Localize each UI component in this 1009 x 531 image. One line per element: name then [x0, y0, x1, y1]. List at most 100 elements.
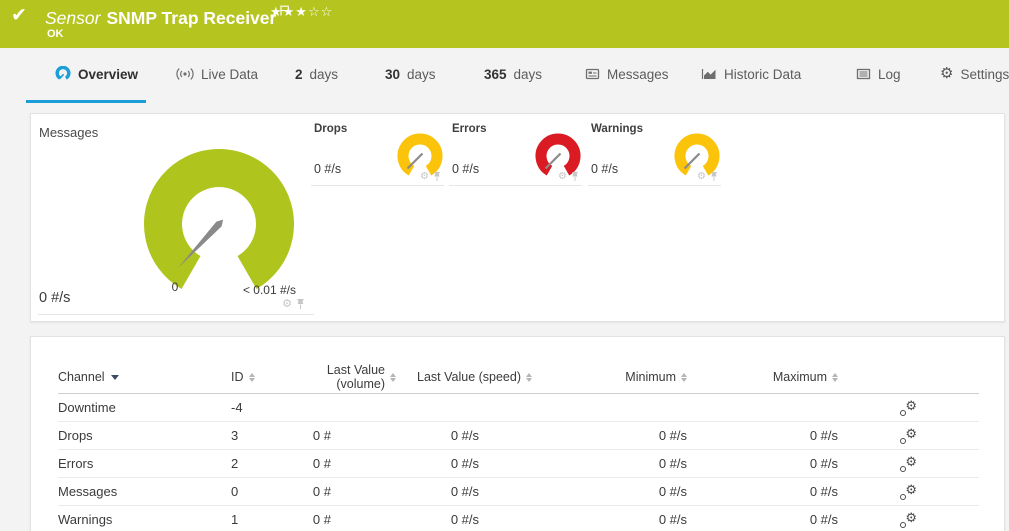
main-gauge-title: Messages — [39, 125, 98, 140]
channels-panel: Channel ID Last Value (volume) Last Valu… — [30, 336, 1005, 531]
page: ✔ Sensor SNMP Trap Receiver ★★★☆☆ OK Over… — [0, 0, 1009, 531]
table-row-drops[interactable]: Drops 3 0 # 0 #/s 0 #/s 0 #/s ⚙ — [58, 422, 979, 450]
column-header-id[interactable]: ID — [231, 370, 255, 384]
gauge-toolbar: ⚙ — [558, 171, 580, 182]
channel-settings-gears-icon[interactable]: ⚙ — [899, 456, 917, 472]
channel-id: -4 — [231, 400, 294, 415]
tab-log[interactable]: Log — [856, 48, 901, 100]
channel-id: 0 — [231, 484, 294, 499]
gauge-toolbar: ⚙ — [282, 298, 306, 310]
pin-icon[interactable] — [295, 298, 306, 310]
tab-overview[interactable]: Overview — [55, 48, 138, 100]
warnings-gauge-title: Warnings — [591, 123, 643, 135]
gauge-settings-gear-icon[interactable]: ⚙ — [420, 172, 429, 182]
star-rating[interactable]: ★★★☆☆ — [270, 4, 333, 20]
last-value-speed: 0 #/s — [396, 428, 532, 443]
channel-settings-gears-icon[interactable]: ⚙ — [899, 512, 917, 528]
tab-label: Historic Data — [724, 67, 801, 82]
channel-name: Warnings — [58, 512, 231, 527]
table-row-messages[interactable]: Messages 0 0 # 0 #/s 0 #/s 0 #/s ⚙ — [58, 478, 979, 506]
log-icon — [856, 67, 871, 81]
main-gauge-value: 0 #/s — [39, 290, 70, 306]
tab-messages[interactable]: Messages — [585, 48, 669, 100]
sort-icon — [832, 373, 838, 382]
pin-icon[interactable] — [570, 171, 580, 182]
gauge-settings-gear-icon[interactable]: ⚙ — [558, 172, 567, 182]
column-header-channel[interactable]: Channel — [58, 370, 119, 384]
sensor-status-badge: OK — [47, 28, 64, 40]
broadcast-icon — [176, 67, 194, 81]
maximum-value: 0 #/s — [687, 512, 838, 527]
errors-gauge-block: Errors 0 #/s ⚙ — [449, 114, 582, 186]
channel-id: 2 — [231, 456, 294, 471]
channels-table: Channel ID Last Value (volume) Last Valu… — [58, 361, 979, 531]
tab-label: Live Data — [201, 67, 258, 82]
tab-label: Log — [878, 67, 901, 82]
sensor-name: SNMP Trap Receiver — [106, 8, 276, 28]
minimum-value: 0 #/s — [532, 456, 687, 471]
active-tab-underline — [26, 100, 146, 103]
status-ok-check-icon: ✔ — [11, 4, 27, 27]
tab-label: days — [514, 67, 543, 82]
channel-name: Drops — [58, 428, 231, 443]
stars-filled: ★★★ — [270, 4, 308, 19]
warnings-gauge-block: Warnings 0 #/s ⚙ — [588, 114, 721, 186]
minimum-value: 0 #/s — [532, 484, 687, 499]
tab-30-days[interactable]: 30 days — [385, 48, 436, 100]
drops-gauge-title: Drops — [314, 123, 347, 135]
tab-historic-data[interactable]: Historic Data — [701, 48, 801, 100]
table-header-row: Channel ID Last Value (volume) Last Valu… — [58, 361, 979, 394]
table-row-warnings[interactable]: Warnings 1 0 # 0 #/s 0 #/s 0 #/s ⚙ — [58, 506, 979, 531]
channel-settings-gears-icon[interactable]: ⚙ — [899, 400, 917, 416]
table-row-downtime[interactable]: Downtime -4 ⚙ — [58, 394, 979, 422]
main-gauge-block: Messages 0 < 0.01 #/s 0 #/s ⚙ — [38, 114, 314, 315]
gauge-toolbar: ⚙ — [420, 171, 442, 182]
tab-label: Messages — [607, 67, 669, 82]
sensor-kind-label: Sensor — [45, 8, 100, 28]
page-title: Sensor SNMP Trap Receiver — [45, 5, 290, 29]
column-header-last-value-volume[interactable]: Last Value (volume) — [294, 363, 396, 391]
table-row-errors[interactable]: Errors 2 0 # 0 #/s 0 #/s 0 #/s ⚙ — [58, 450, 979, 478]
errors-gauge-title: Errors — [452, 123, 487, 135]
errors-gauge-value: 0 #/s — [452, 162, 479, 176]
last-value-volume: 0 # — [294, 456, 396, 471]
gauge-toolbar: ⚙ — [697, 171, 719, 182]
channel-id: 1 — [231, 512, 294, 527]
gauge-icon — [55, 66, 71, 82]
last-value-speed: 0 #/s — [396, 512, 532, 527]
column-header-maximum[interactable]: Maximum — [687, 370, 838, 384]
column-header-minimum[interactable]: Minimum — [532, 370, 687, 384]
tab-label: Overview — [78, 67, 138, 82]
maximum-value: 0 #/s — [687, 428, 838, 443]
gauge-settings-gear-icon[interactable]: ⚙ — [282, 299, 292, 310]
messages-icon — [585, 67, 600, 81]
pin-icon[interactable] — [709, 171, 719, 182]
tab-label: days — [310, 67, 339, 82]
sensor-header-bar: ✔ Sensor SNMP Trap Receiver ★★★☆☆ OK — [0, 0, 1009, 48]
historic-chart-icon — [701, 67, 717, 81]
channel-settings-gears-icon[interactable]: ⚙ — [899, 428, 917, 444]
maximum-value: 0 #/s — [687, 484, 838, 499]
channel-name: Downtime — [58, 400, 231, 415]
tab-365-days[interactable]: 365 days — [484, 48, 542, 100]
tab-live-data[interactable]: Live Data — [176, 48, 258, 100]
gauges-panel: Messages 0 < 0.01 #/s 0 #/s ⚙ Drops — [30, 113, 1005, 322]
sort-desc-icon — [111, 375, 119, 380]
minimum-value: 0 #/s — [532, 428, 687, 443]
drops-gauge-value: 0 #/s — [314, 162, 341, 176]
tab-settings[interactable]: ⚙ Settings — [940, 48, 1009, 100]
tab-number: 365 — [484, 67, 507, 82]
warnings-gauge-value: 0 #/s — [591, 162, 618, 176]
column-header-last-value-speed[interactable]: Last Value (speed) — [396, 370, 532, 384]
tab-2-days[interactable]: 2 days — [295, 48, 338, 100]
stars-empty: ☆☆ — [308, 4, 333, 19]
tab-number: 2 — [295, 67, 303, 82]
channel-settings-gears-icon[interactable]: ⚙ — [899, 484, 917, 500]
last-value-speed: 0 #/s — [396, 456, 532, 471]
last-value-speed: 0 #/s — [396, 484, 532, 499]
gauge-settings-gear-icon[interactable]: ⚙ — [697, 172, 706, 182]
pin-icon[interactable] — [432, 171, 442, 182]
last-value-volume: 0 # — [294, 428, 396, 443]
gauge-scale-max: < 0.01 #/s — [243, 283, 296, 297]
minimum-value: 0 #/s — [532, 512, 687, 527]
